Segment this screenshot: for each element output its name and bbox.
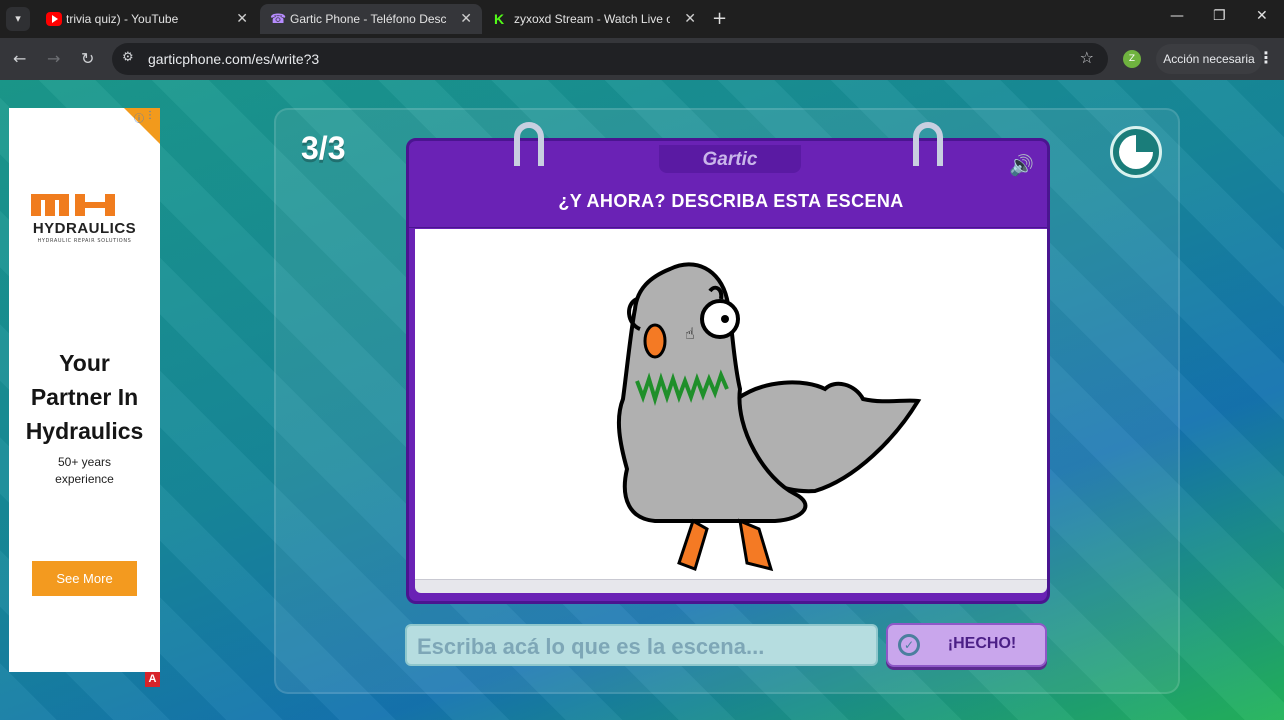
site-settings-icon[interactable]: ⚙ bbox=[122, 50, 134, 65]
browser-menu-icon[interactable]: ⋮ bbox=[1258, 48, 1274, 67]
sound-volume-icon[interactable]: 🔊 bbox=[1009, 153, 1034, 177]
ad-body-text: 50+ years experience bbox=[55, 455, 114, 486]
ad-choices-badge[interactable]: A bbox=[145, 672, 160, 687]
ad-options-icon[interactable]: ⋮ bbox=[145, 110, 155, 121]
scene-prompt: ¿Y AHORA? DESCRIBA ESTA ESCENA bbox=[558, 191, 904, 211]
close-window-icon[interactable]: ✕ bbox=[1256, 8, 1268, 24]
forward-arrow-icon[interactable]: → bbox=[47, 49, 60, 68]
new-tab-plus-icon[interactable]: + bbox=[712, 8, 727, 29]
drawing-canvas: ☝ bbox=[415, 229, 1047, 579]
close-tab-icon[interactable]: ✕ bbox=[236, 10, 248, 27]
done-button[interactable]: ✓ ¡HECHO! bbox=[886, 623, 1047, 667]
ad-banner[interactable]: ⓘ ⋮ HYDRAULICS HYDRAULIC REPAIR SOLUTION… bbox=[9, 108, 160, 672]
tab-title: zyxoxd Stream - Watch Live on bbox=[514, 12, 670, 26]
bookmark-star-icon[interactable]: ☆ bbox=[1080, 48, 1094, 67]
kick-icon: K bbox=[494, 11, 505, 27]
pigeon-drawing: ☝ bbox=[616, 262, 922, 572]
youtube-icon bbox=[46, 12, 62, 26]
binder-ring-left bbox=[514, 122, 544, 166]
back-arrow-icon[interactable]: ← bbox=[13, 49, 26, 68]
drawing-notebook: Gartic 🔊 ¿Y AHORA? DESCRIBA ESTA ESCENA bbox=[406, 122, 1050, 604]
ad-brand-name: HYDRAULICS bbox=[32, 220, 137, 237]
profile-avatar[interactable]: Z bbox=[1123, 50, 1141, 68]
tab-search-chevron-icon[interactable]: ▾ bbox=[6, 7, 30, 31]
notebook-paper: ☝ bbox=[406, 228, 1050, 604]
address-bar[interactable]: ⚙ garticphone.com/es/write?3 ☆ bbox=[112, 43, 1108, 75]
reload-icon[interactable]: ↻ bbox=[81, 49, 94, 68]
scene-description-input[interactable]: Escriba acá lo que es la escena... bbox=[405, 624, 878, 666]
timer-progress bbox=[1119, 135, 1153, 169]
tab-gartic-phone[interactable]: ☎ Gartic Phone - Teléfono Descom ✕ bbox=[260, 4, 482, 34]
done-label: ¡HECHO! bbox=[947, 635, 1017, 652]
tab-youtube[interactable]: trivia quiz) - YouTube ✕ bbox=[36, 4, 258, 34]
restore-icon[interactable]: ❐ bbox=[1213, 8, 1226, 24]
ad-headline: Your Partner In Hydraulics bbox=[25, 350, 144, 444]
tab-strip: ▾ trivia quiz) - YouTube ✕ ☎ Gartic Phon… bbox=[0, 0, 1284, 38]
tab-kick-stream[interactable]: K zyxoxd Stream - Watch Live on ✕ bbox=[484, 4, 706, 34]
timer-clock-icon bbox=[1110, 126, 1162, 178]
gartic-page: ⓘ ⋮ HYDRAULICS HYDRAULIC REPAIR SOLUTION… bbox=[0, 80, 1284, 720]
update-action-button[interactable]: Acción necesaria bbox=[1156, 44, 1262, 74]
check-circle-icon: ✓ bbox=[898, 634, 920, 656]
ad-info-icon[interactable]: ⓘ bbox=[134, 110, 144, 125]
binder-ring-right bbox=[913, 122, 943, 166]
ad-see-more-button[interactable]: See More bbox=[32, 561, 137, 596]
ad-brand-tagline: HYDRAULIC REPAIR SOLUTIONS bbox=[37, 238, 132, 244]
round-counter: 3/3 bbox=[301, 130, 346, 166]
close-tab-icon[interactable]: ✕ bbox=[684, 10, 696, 27]
gartic-logo: Gartic bbox=[702, 149, 758, 170]
gartic-phone-icon: ☎ bbox=[270, 11, 287, 26]
mh-logo bbox=[31, 194, 139, 220]
browser-toolbar: ← → ↻ ⚙ garticphone.com/es/write?3 ☆ Z A… bbox=[0, 38, 1284, 80]
notebook-header: Gartic 🔊 ¿Y AHORA? DESCRIBA ESTA ESCENA bbox=[406, 138, 1050, 230]
close-tab-icon[interactable]: ✕ bbox=[460, 10, 472, 27]
tab-title: Gartic Phone - Teléfono Descom bbox=[290, 12, 446, 26]
url-text[interactable]: garticphone.com/es/write?3 bbox=[148, 51, 319, 67]
tab-title: trivia quiz) - YouTube bbox=[66, 12, 179, 26]
paper-edge bbox=[415, 579, 1047, 593]
minimize-icon[interactable]: — bbox=[1170, 8, 1184, 24]
svg-text:☝: ☝ bbox=[685, 324, 695, 343]
